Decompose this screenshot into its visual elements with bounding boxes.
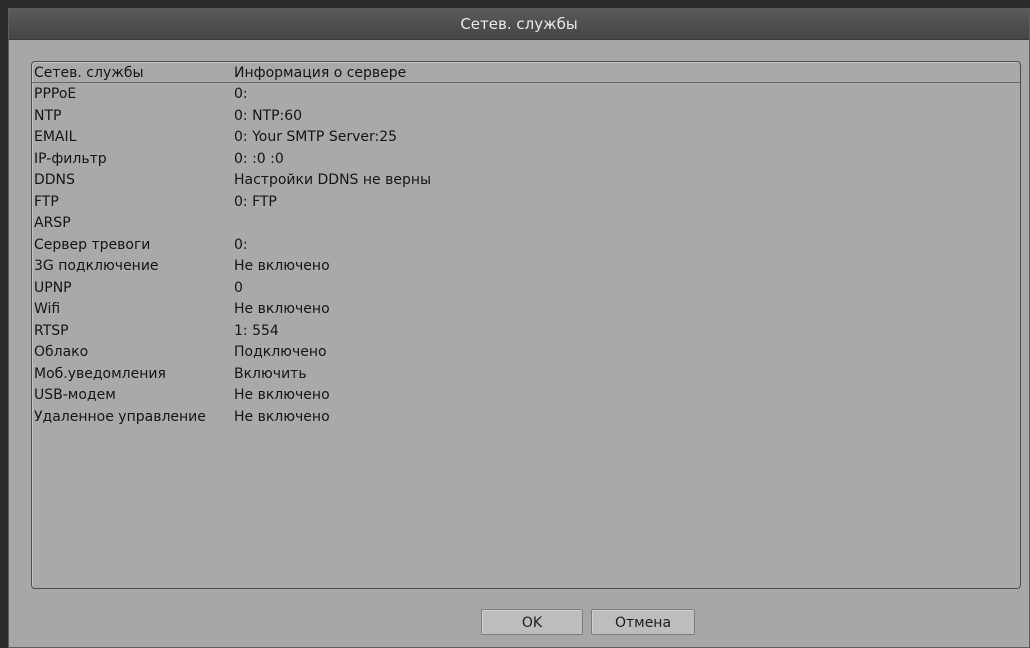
row-server-info: 0 bbox=[234, 279, 243, 296]
row-server-info: Не включено bbox=[234, 301, 330, 317]
list-rows: PPPoE 0: NTP 0: NTP:60 EMAIL 0: Your SMT… bbox=[32, 84, 1020, 428]
row-service-name: RTSP bbox=[34, 322, 69, 339]
list-row-arsp[interactable]: ARSP bbox=[32, 213, 1020, 235]
row-service-name: USB-модем bbox=[34, 387, 116, 403]
list-row-email[interactable]: EMAIL 0: Your SMTP Server:25 bbox=[32, 127, 1020, 149]
row-server-info: 0: NTP:60 bbox=[234, 107, 303, 124]
list-row-upnp[interactable]: UPNP 0 bbox=[32, 278, 1020, 300]
row-server-info: 0: bbox=[234, 236, 248, 253]
row-server-info: 0: bbox=[234, 86, 248, 102]
row-service-name: DDNS bbox=[34, 172, 75, 188]
row-server-info: Подключено bbox=[234, 344, 327, 360]
row-service-name: FTP bbox=[34, 193, 59, 210]
list-row-pppoe[interactable]: PPPoE 0: bbox=[32, 84, 1020, 106]
list-header: Сетев. службы Информация о сервере bbox=[32, 64, 1020, 83]
row-service-name: 3G подключение bbox=[34, 258, 159, 274]
row-server-info: Не включено bbox=[234, 387, 330, 403]
list-row-3g-connection[interactable]: 3G подключение Не включено bbox=[32, 256, 1020, 278]
row-server-info: 0: FTP bbox=[234, 193, 277, 210]
list-row-ftp[interactable]: FTP 0: FTP bbox=[32, 192, 1020, 214]
column-header-service[interactable]: Сетев. службы bbox=[34, 63, 144, 83]
row-server-info: Не включено bbox=[234, 258, 330, 274]
row-service-name: Моб.уведомления bbox=[34, 365, 166, 382]
list-row-usb-modem[interactable]: USB-модем Не включено bbox=[32, 385, 1020, 407]
row-service-name: Облако bbox=[34, 344, 89, 360]
row-service-name: Удаленное управление bbox=[34, 408, 206, 425]
row-service-name: NTP bbox=[34, 107, 62, 124]
row-server-info: 0: :0 :0 bbox=[234, 150, 284, 167]
cancel-button[interactable]: Отмена bbox=[591, 609, 695, 635]
services-list[interactable]: Сетев. службы Информация о сервере PPPoE… bbox=[31, 61, 1021, 589]
row-server-info: 1: 554 bbox=[234, 322, 279, 339]
row-service-name: Сервер тревоги bbox=[34, 236, 151, 253]
ok-button[interactable]: OK bbox=[481, 609, 583, 635]
row-server-info: Не включено bbox=[234, 408, 330, 425]
list-row-remote-control[interactable]: Удаленное управление Не включено bbox=[32, 407, 1020, 429]
row-service-name: ARSP bbox=[34, 215, 71, 231]
list-row-wifi[interactable]: Wifi Не включено bbox=[32, 299, 1020, 321]
row-server-info: Настройки DDNS не верны bbox=[234, 172, 432, 188]
row-service-name: PPPoE bbox=[34, 86, 77, 102]
list-row-cloud[interactable]: Облако Подключено bbox=[32, 342, 1020, 364]
list-row-ddns[interactable]: DDNS Настройки DDNS не верны bbox=[32, 170, 1020, 192]
row-service-name: Wifi bbox=[34, 301, 61, 317]
list-row-ntp[interactable]: NTP 0: NTP:60 bbox=[32, 106, 1020, 128]
list-row-ip-filter[interactable]: IP-фильтр 0: :0 :0 bbox=[32, 149, 1020, 171]
row-server-info: 0: Your SMTP Server:25 bbox=[234, 129, 398, 145]
row-service-name: UPNP bbox=[34, 279, 72, 296]
dialog-title: Сетев. службы bbox=[9, 9, 1029, 40]
network-services-dialog: Сетев. службы Сетев. службы Информация о… bbox=[8, 8, 1030, 648]
list-row-alarm-server[interactable]: Сервер тревоги 0: bbox=[32, 235, 1020, 257]
list-row-rtsp[interactable]: RTSP 1: 554 bbox=[32, 321, 1020, 343]
row-server-info: Включить bbox=[234, 365, 307, 382]
column-header-server-info[interactable]: Информация о сервере bbox=[234, 63, 406, 83]
list-row-mobile-notifications[interactable]: Моб.уведомления Включить bbox=[32, 364, 1020, 386]
row-service-name: IP-фильтр bbox=[34, 150, 107, 167]
row-service-name: EMAIL bbox=[34, 129, 77, 145]
